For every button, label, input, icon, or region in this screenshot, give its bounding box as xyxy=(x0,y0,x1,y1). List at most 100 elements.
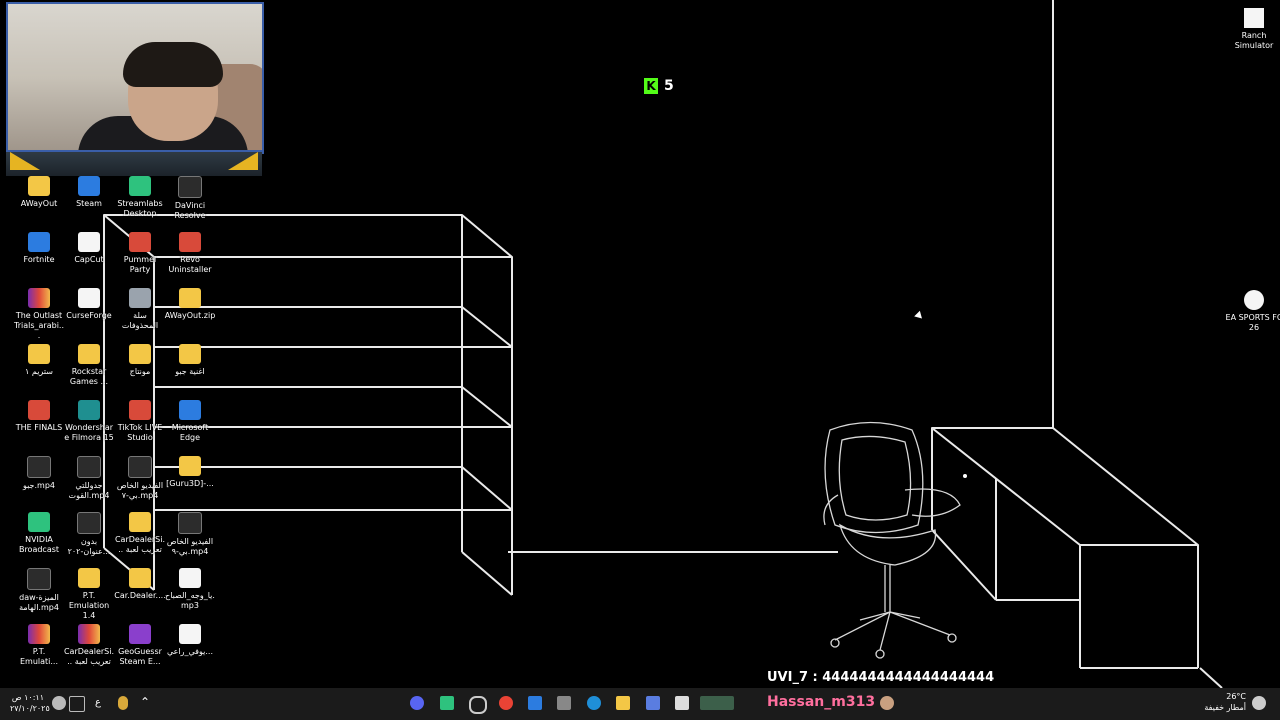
desktop-icon[interactable]: daw-الميزة الهامة.mp4 xyxy=(13,568,65,613)
desktop-icon[interactable]: NVIDIA Broadcast xyxy=(13,512,65,555)
desktop-icon[interactable]: الفيديو الخاص بي-٩.mp4 xyxy=(164,512,216,557)
desktop-icon[interactable]: اغنية جبو xyxy=(164,344,216,377)
chat-username: UVI_7 xyxy=(767,670,808,685)
desktop-icon-label: CarDealerSi... تعريب لعبة xyxy=(114,535,166,554)
desktop-icon[interactable]: جبو.mp4 xyxy=(13,456,65,491)
clock-date: ٢٧/١٠/٢٠٢٥ xyxy=(10,704,50,713)
desktop-icon[interactable]: AWayOut xyxy=(13,176,65,209)
desktop-icon-label: Steam xyxy=(76,199,102,208)
ranch-simulator-icon xyxy=(1244,8,1264,28)
desktop-icon-label: AWayOut xyxy=(20,199,58,208)
desktop-icon[interactable]: Wondershare Filmora 15 xyxy=(63,400,115,443)
desktop-icon[interactable]: P.T. Emulati... xyxy=(13,624,65,667)
desktop-icon[interactable]: مونتاج xyxy=(114,344,166,377)
microphone-icon[interactable] xyxy=(118,696,128,710)
desktop-icon[interactable]: CarDealerSi... تعريب لعبة xyxy=(63,624,115,667)
desktop-icon[interactable]: Car.Dealer.... xyxy=(114,568,166,601)
desktop-icon[interactable]: CapCut xyxy=(63,232,115,265)
network-icon[interactable] xyxy=(69,696,85,712)
desktop-icon[interactable]: يا_وجه_الصباح.mp3 xyxy=(164,568,216,611)
desktop-icon-ranch-simulator[interactable]: Ranch Simulator xyxy=(1224,8,1280,51)
desktop-icon-label: ستريم ١ xyxy=(25,367,53,376)
discord-icon[interactable] xyxy=(410,696,424,710)
desktop-icon[interactable]: THE FINALS xyxy=(13,400,65,433)
desktop-icon-label: جبو.mp4 xyxy=(22,481,55,490)
file-explorer-icon[interactable] xyxy=(616,696,630,710)
desktop-icon[interactable]: The Outlast Trials_arabi... xyxy=(13,288,65,341)
desktop-icon[interactable]: Microsoft Edge xyxy=(164,400,216,443)
desktop-icon[interactable]: ستريم ١ xyxy=(13,344,65,377)
desktop-icon-label: بدون عنوان-٢٠٢... xyxy=(67,537,111,556)
kick-viewer-count: K5 xyxy=(644,78,674,94)
desktop-icon-ea-sports-fc[interactable]: EA SPORTS FC 26 xyxy=(1224,290,1280,333)
folder-icon xyxy=(179,456,201,476)
desktop-icon-label: The Outlast Trials_arabi... xyxy=(14,311,64,340)
desktop-icon[interactable]: CarDealerSi... تعريب لعبة xyxy=(114,512,166,555)
desktop-icon[interactable]: TikTok LIVE Studio xyxy=(114,400,166,443)
game-window-icon[interactable] xyxy=(700,696,734,710)
desktop-icon[interactable]: [Guru3D]-... xyxy=(164,456,216,489)
desktop-icon[interactable]: P.T. Emulation 1.4 xyxy=(63,568,115,621)
desktop-icon[interactable]: يوفي_راعي... xyxy=(164,624,216,657)
desktop-icon[interactable]: بدون عنوان-٢٠٢... xyxy=(63,512,115,557)
chat-text: 4444444444444444444 xyxy=(822,670,995,685)
desktop-icon-label: CapCut xyxy=(74,255,104,264)
viewer-count: 5 xyxy=(664,78,674,94)
folder-icon xyxy=(28,344,50,364)
avatar xyxy=(880,696,894,710)
play-icon[interactable] xyxy=(440,696,454,710)
desktop-icon[interactable]: سلة المحذوفات xyxy=(114,288,166,331)
desktop-icon-label: P.T. Emulation 1.4 xyxy=(68,591,110,620)
notepad-icon[interactable] xyxy=(675,696,689,710)
desktop-icon-label: [Guru3D]-... xyxy=(166,479,214,488)
desktop-icon[interactable]: AWayOut.zip xyxy=(164,288,216,321)
audio-file-icon xyxy=(179,568,201,588)
desktop-icon[interactable]: DaVinci Resolve xyxy=(164,176,216,221)
desktop-icon[interactable]: Rockstar Games ... xyxy=(63,344,115,387)
outlook-icon[interactable] xyxy=(528,696,542,710)
pummel-party-icon xyxy=(129,232,151,252)
chrome-icon[interactable] xyxy=(499,696,513,710)
windows-taskbar: ١٠:١١ ص ٢٧/١٠/٢٠٢٥ ع ⌃ Hassan_m313 26°C … xyxy=(0,688,1280,720)
desktop-icon[interactable]: Streamlabs Desktop xyxy=(114,176,166,219)
video-file-icon xyxy=(128,456,152,478)
chevron-up-icon[interactable]: ⌃ xyxy=(140,695,150,709)
desktop-icon[interactable]: GeoGuessr Steam E... xyxy=(114,624,166,667)
store-icon[interactable] xyxy=(557,696,571,710)
video-file-icon xyxy=(27,456,51,478)
filmora-icon xyxy=(78,400,100,420)
language-indicator[interactable]: ع xyxy=(95,697,101,708)
obs-icon[interactable] xyxy=(469,696,487,714)
webcam-video xyxy=(6,2,264,154)
desktop-icon[interactable]: جدوللتي القوت.mp4 xyxy=(63,456,115,501)
desktop-icon[interactable]: Fortnite xyxy=(13,232,65,265)
streamer-username: Hassan_m313 xyxy=(767,694,876,710)
tiktok-icon xyxy=(129,400,151,420)
speaker-icon[interactable] xyxy=(52,696,66,710)
curseforge-icon xyxy=(78,288,100,308)
desktop-icon-label: الفيديو الخاص بي-٧.mp4 xyxy=(116,481,164,500)
video-file-icon xyxy=(77,456,101,478)
desktop-icon-label: Rockstar Games ... xyxy=(69,367,109,386)
desktop-icon-label: اغنية جبو xyxy=(175,367,205,376)
folder-icon xyxy=(78,568,100,588)
desktop-icon-label: Ranch Simulator xyxy=(1234,31,1274,50)
desktop-icon[interactable]: CurseForge xyxy=(63,288,115,321)
desktop-icon-label: سلة المحذوفات xyxy=(121,311,159,330)
audio-file-icon xyxy=(179,624,201,644)
recycle-bin-icon xyxy=(129,288,151,308)
desktop-icon[interactable]: Pummel Party xyxy=(114,232,166,275)
capcut-icon xyxy=(78,232,100,252)
weather-widget[interactable]: 26°C أمطار خفيفة xyxy=(1200,691,1246,713)
taskbar-clock[interactable]: ١٠:١١ ص ٢٧/١٠/٢٠٢٥ xyxy=(10,692,50,714)
folder-icon xyxy=(129,512,151,532)
desktop-icon[interactable]: Revo Uninstaller xyxy=(164,232,216,275)
desktop-icon-label: Wondershare Filmora 15 xyxy=(64,423,114,442)
clock-time: ١٠:١١ ص xyxy=(11,693,44,702)
desktop-icon-label: Car.Dealer.... xyxy=(114,591,166,600)
edge-icon[interactable] xyxy=(587,696,601,710)
video-file-icon xyxy=(178,512,202,534)
app-icon[interactable] xyxy=(646,696,660,710)
desktop-icon[interactable]: Steam xyxy=(63,176,115,209)
desktop-icon[interactable]: الفيديو الخاص بي-٧.mp4 xyxy=(114,456,166,501)
